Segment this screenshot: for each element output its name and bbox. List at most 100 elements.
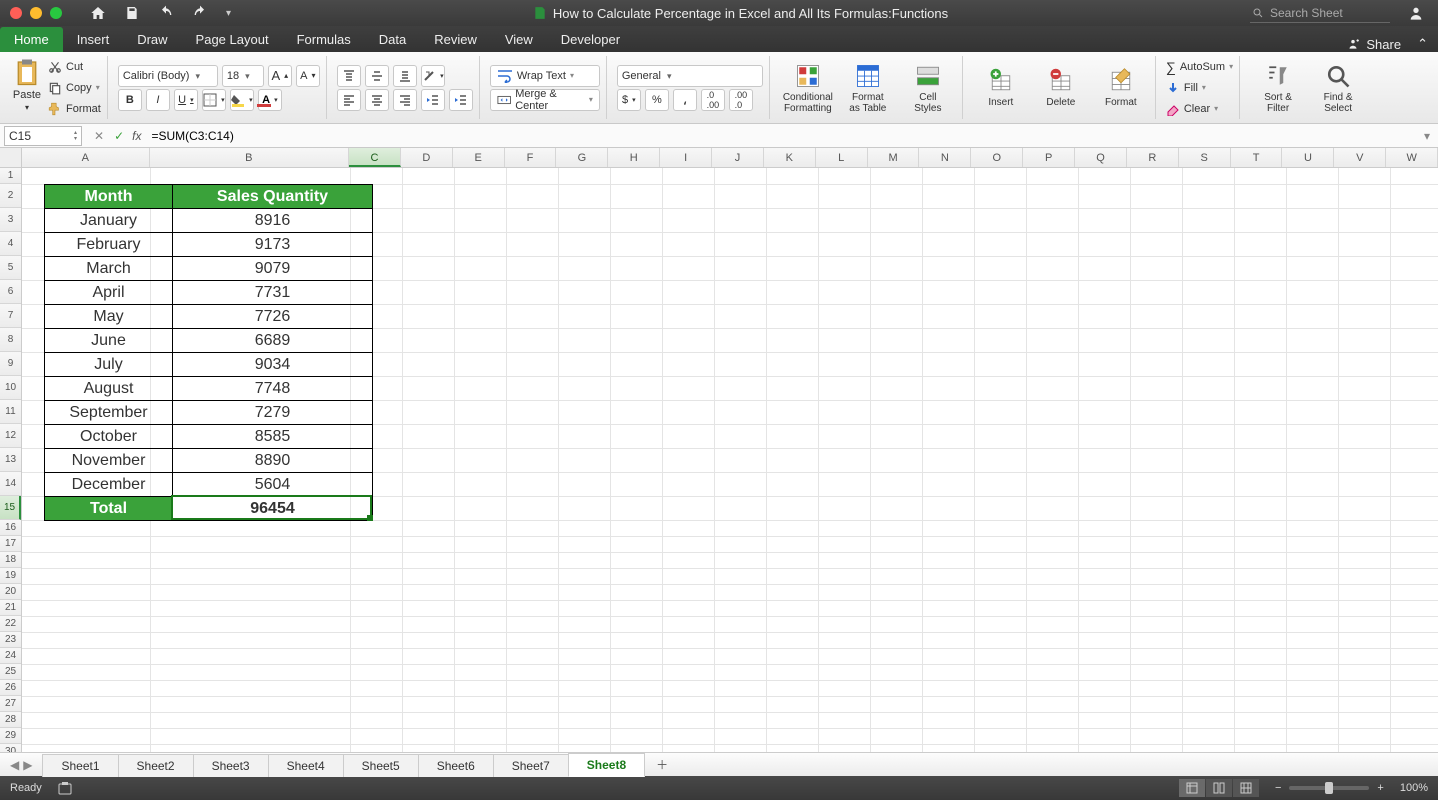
table-total-row[interactable]: Total96454 (45, 497, 373, 521)
row-header-8[interactable]: 8 (0, 328, 21, 352)
decrease-decimal-button[interactable]: .00.0 (729, 89, 753, 111)
cell[interactable]: 7748 (173, 377, 373, 401)
cell[interactable]: April (45, 281, 173, 305)
cell[interactable]: 9173 (173, 233, 373, 257)
add-sheet-button[interactable]: ＋ (644, 752, 680, 777)
fill-color-button[interactable]: ▾ (230, 89, 254, 111)
column-header-K[interactable]: K (764, 148, 816, 167)
column-header-S[interactable]: S (1179, 148, 1231, 167)
row-header-6[interactable]: 6 (0, 280, 21, 304)
menu-tab-view[interactable]: View (491, 27, 547, 52)
align-center-button[interactable] (365, 89, 389, 111)
sheet-tab-sheet2[interactable]: Sheet2 (118, 754, 194, 777)
row-header-17[interactable]: 17 (0, 536, 21, 552)
sheet-tab-sheet8[interactable]: Sheet8 (568, 753, 645, 777)
column-header-L[interactable]: L (816, 148, 868, 167)
menu-tab-draw[interactable]: Draw (123, 27, 181, 52)
row-header-15[interactable]: 15 (0, 496, 21, 520)
cell[interactable]: 8890 (173, 449, 373, 473)
percent-format-button[interactable]: % (645, 89, 669, 111)
increase-decimal-button[interactable]: .0.00 (701, 89, 725, 111)
zoom-window-button[interactable] (50, 7, 62, 19)
column-header-T[interactable]: T (1231, 148, 1283, 167)
cell[interactable]: May (45, 305, 173, 329)
clear-button[interactable]: Clear▾ (1166, 99, 1233, 119)
cell[interactable]: 9034 (173, 353, 373, 377)
table-row[interactable]: May7726 (45, 305, 373, 329)
find-select-button[interactable]: Find & Select (1310, 62, 1366, 114)
table-row[interactable]: February9173 (45, 233, 373, 257)
merge-center-button[interactable]: Merge & Center▾ (490, 89, 600, 111)
row-header-16[interactable]: 16 (0, 520, 21, 536)
select-all-corner[interactable] (0, 148, 22, 167)
align-middle-button[interactable] (365, 65, 389, 87)
row-header-27[interactable]: 27 (0, 696, 21, 712)
font-name-selector[interactable]: Calibri (Body) (118, 65, 218, 87)
wrap-text-button[interactable]: Wrap Text▾ (490, 65, 600, 87)
autosum-button[interactable]: ∑AutoSum▾ (1166, 57, 1233, 77)
table-header-month[interactable]: Month (45, 185, 173, 209)
conditional-formatting-button[interactable]: Conditional Formatting (780, 62, 836, 114)
column-header-W[interactable]: W (1386, 148, 1438, 167)
increase-font-button[interactable]: A▴ (268, 65, 292, 87)
sheet-tab-sheet6[interactable]: Sheet6 (418, 754, 494, 777)
menu-tab-formulas[interactable]: Formulas (283, 27, 365, 52)
format-cells-button[interactable]: Format (1093, 67, 1149, 108)
format-painter-button[interactable]: Format (48, 99, 101, 119)
column-header-M[interactable]: M (868, 148, 920, 167)
cell[interactable]: February (45, 233, 173, 257)
menu-tab-page-layout[interactable]: Page Layout (182, 27, 283, 52)
sheet-nav-prev[interactable]: ◀ (10, 758, 19, 772)
underline-button[interactable]: U▾ (174, 89, 198, 111)
row-header-21[interactable]: 21 (0, 600, 21, 616)
align-left-button[interactable] (337, 89, 361, 111)
spreadsheet-grid[interactable]: ABCDEFGHIJKLMNOPQRSTUVW 1234567891011121… (0, 148, 1438, 752)
table-header-qty[interactable]: Sales Quantity (173, 185, 373, 209)
cell[interactable]: 8916 (173, 209, 373, 233)
minimize-window-button[interactable] (30, 7, 42, 19)
cell-styles-button[interactable]: Cell Styles (900, 62, 956, 114)
row-header-14[interactable]: 14 (0, 472, 21, 496)
zoom-in-button[interactable]: + (1377, 782, 1383, 794)
column-header-H[interactable]: H (608, 148, 660, 167)
table-row[interactable]: January8916 (45, 209, 373, 233)
font-color-button[interactable]: A▾ (258, 89, 282, 111)
decrease-font-button[interactable]: A▾ (296, 65, 320, 87)
user-account-icon[interactable] (1408, 5, 1424, 21)
sheet-nav-next[interactable]: ▶ (23, 758, 32, 772)
bold-button[interactable]: B (118, 89, 142, 111)
cell[interactable]: November (45, 449, 173, 473)
row-header-26[interactable]: 26 (0, 680, 21, 696)
column-header-R[interactable]: R (1127, 148, 1179, 167)
row-header-25[interactable]: 25 (0, 664, 21, 680)
copy-button[interactable]: Copy▾ (48, 78, 101, 98)
cell[interactable]: October (45, 425, 173, 449)
row-header-3[interactable]: 3 (0, 208, 21, 232)
cell[interactable]: August (45, 377, 173, 401)
search-sheet-input[interactable]: Search Sheet (1250, 4, 1390, 23)
row-header-9[interactable]: 9 (0, 352, 21, 376)
cut-button[interactable]: Cut (48, 57, 101, 77)
column-header-N[interactable]: N (919, 148, 971, 167)
increase-indent-button[interactable] (449, 89, 473, 111)
zoom-out-button[interactable]: − (1275, 782, 1281, 794)
column-header-P[interactable]: P (1023, 148, 1075, 167)
total-value-cell[interactable]: 96454 (173, 497, 373, 521)
comma-format-button[interactable]: ⸲ (673, 89, 697, 111)
name-box[interactable]: C15▴▾ (4, 126, 82, 146)
column-header-B[interactable]: B (150, 148, 349, 167)
table-row[interactable]: August7748 (45, 377, 373, 401)
cell[interactable]: 7731 (173, 281, 373, 305)
sheet-tab-sheet7[interactable]: Sheet7 (493, 754, 569, 777)
sheet-tab-sheet3[interactable]: Sheet3 (193, 754, 269, 777)
table-row[interactable]: December5604 (45, 473, 373, 497)
row-header-23[interactable]: 23 (0, 632, 21, 648)
table-row[interactable]: June6689 (45, 329, 373, 353)
column-header-I[interactable]: I (660, 148, 712, 167)
row-header-29[interactable]: 29 (0, 728, 21, 744)
align-bottom-button[interactable] (393, 65, 417, 87)
cell[interactable]: March (45, 257, 173, 281)
column-header-C[interactable]: C (349, 148, 401, 167)
table-row[interactable]: March9079 (45, 257, 373, 281)
row-header-24[interactable]: 24 (0, 648, 21, 664)
